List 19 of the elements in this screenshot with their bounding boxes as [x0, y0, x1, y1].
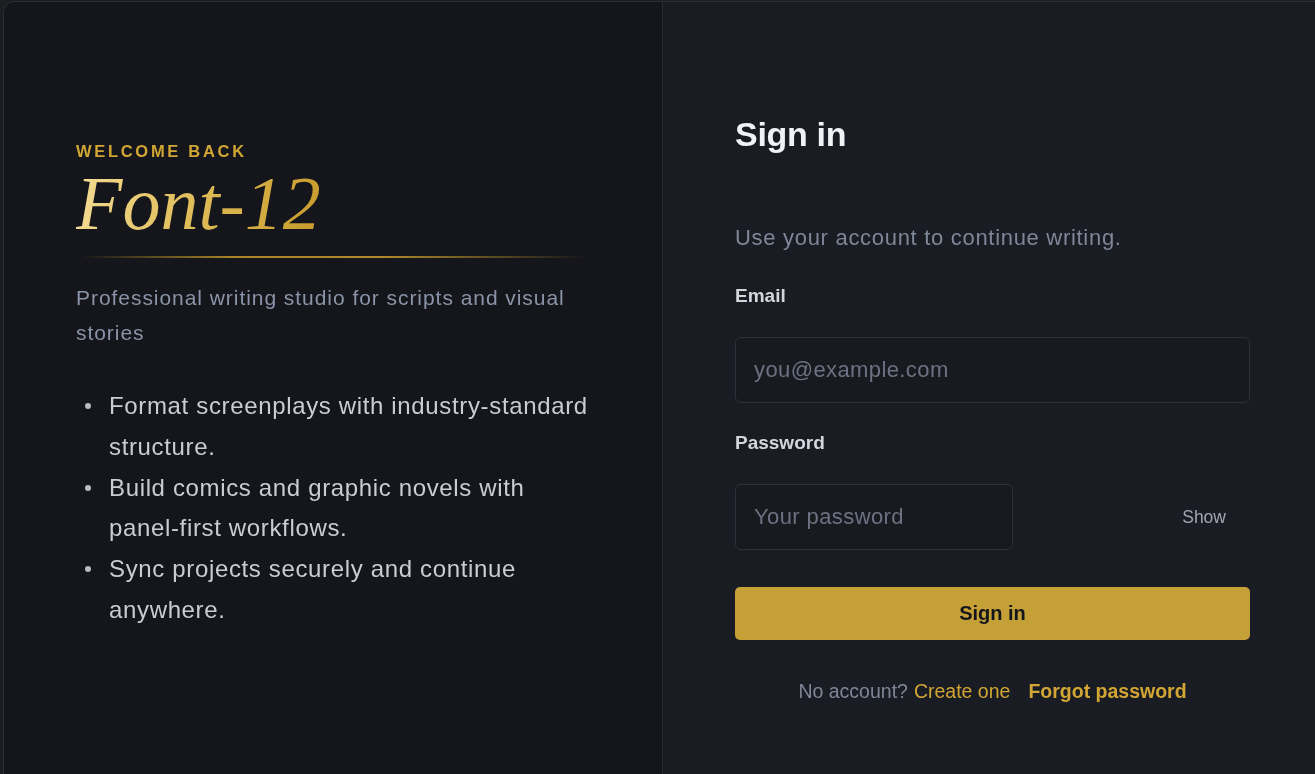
- email-field[interactable]: you@example.com: [735, 337, 1250, 403]
- no-account-text: No account?: [798, 679, 908, 703]
- field-label: Password: [735, 431, 826, 455]
- forgot-password-link[interactable]: Forgot password: [1028, 679, 1187, 703]
- create-account-link[interactable]: Create one: [913, 679, 1011, 703]
- bullet-icon: [85, 403, 91, 409]
- field-label: Email: [735, 284, 787, 308]
- show-password-button[interactable]: Show: [1158, 500, 1250, 534]
- bullet-icon: [85, 566, 91, 573]
- welcome-heading: WELCOME BACK: [76, 141, 247, 161]
- bullet-icon: [85, 484, 91, 491]
- form-title: Sign in: [735, 114, 848, 154]
- feature-text: Format screenplays with industry-standard structure.: [109, 391, 589, 462]
- sign-in-button[interactable]: Sign in: [735, 587, 1250, 640]
- form-subtitle: Use your account to continue writing.: [735, 224, 1123, 252]
- tagline-text: Professional writing studio for scripts and visual stories: [76, 285, 566, 346]
- feature-text: Build comics and graphic novels with panel-first workflows.: [109, 472, 526, 544]
- password-field[interactable]: Your password: [735, 484, 1013, 550]
- feature-text: Sync projects securely and continue anywhere.: [109, 554, 517, 625]
